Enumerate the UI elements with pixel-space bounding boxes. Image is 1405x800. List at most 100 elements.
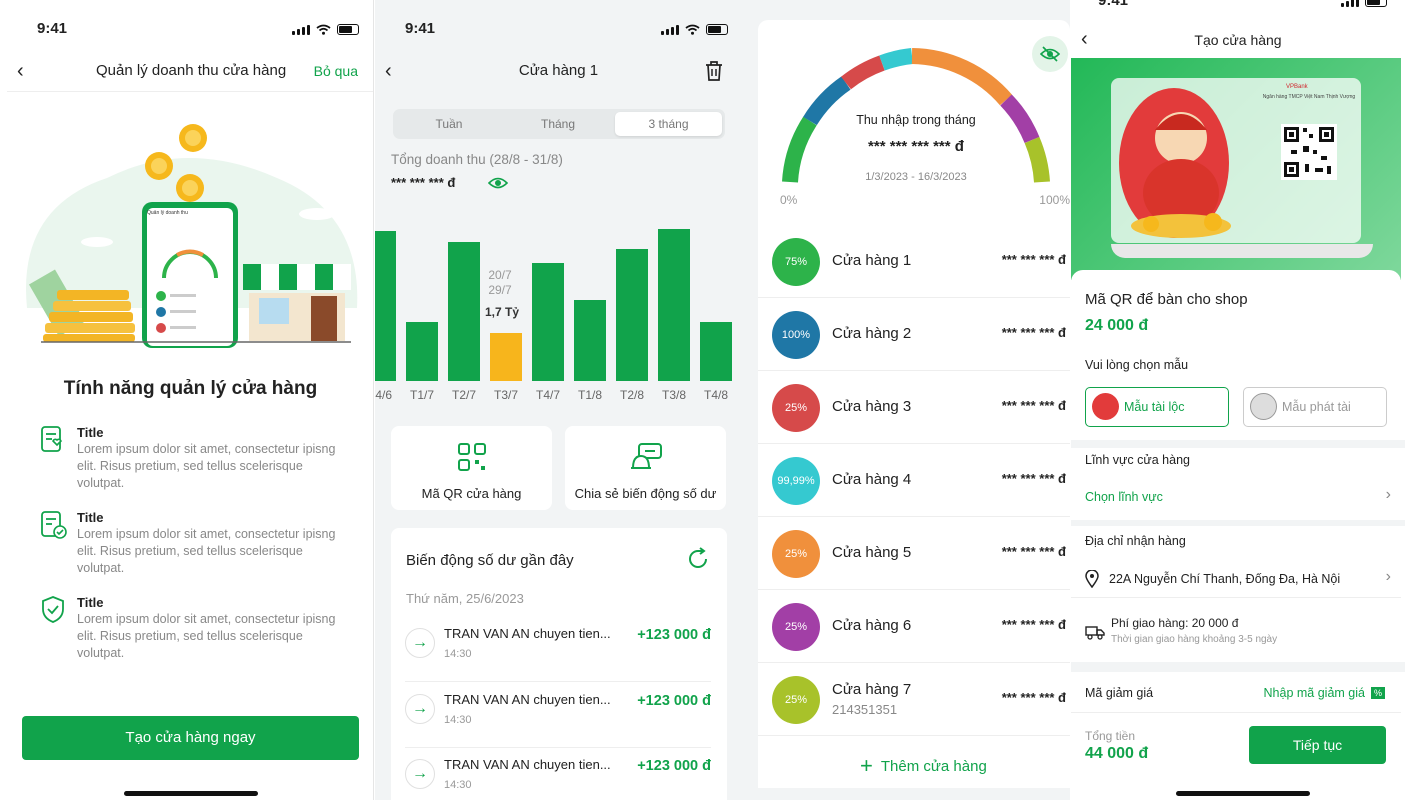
store-row[interactable]: 100% Cửa hàng 2 *** *** *** đ xyxy=(758,299,1070,371)
eye-icon[interactable] xyxy=(488,176,508,190)
chart-tooltip: 20/7 29/7 xyxy=(487,268,513,298)
feature-item: Title Lorem ipsum dolor sit amet, consec… xyxy=(40,425,340,497)
address-value: 22A Nguyễn Chí Thanh, Đống Đa, Hà Nội xyxy=(1109,572,1341,586)
transaction-name: TRAN VAN AN chuyen tien... xyxy=(444,692,611,707)
chart-bar[interactable] xyxy=(574,300,606,381)
business-field-select[interactable]: Chọn lĩnh vực › xyxy=(1071,478,1401,518)
arrow-right-icon: → xyxy=(405,694,435,724)
transaction-row[interactable]: → TRAN VAN AN chuyen tien... 14:30 +123 … xyxy=(405,622,711,682)
status-time: 9:41 xyxy=(405,20,436,37)
qr-store-card[interactable]: Mã QR cửa hàng xyxy=(391,426,552,510)
feature-title: Title xyxy=(77,510,104,525)
store-name: Cửa hàng 4 xyxy=(832,471,912,488)
chart-bar[interactable] xyxy=(616,249,648,381)
continue-button[interactable]: Tiếp tục xyxy=(1249,726,1386,764)
chart-x-label: T4/6 xyxy=(375,388,392,402)
add-store-label: Thêm cửa hàng xyxy=(880,757,987,775)
chart-bar[interactable] xyxy=(532,263,564,381)
revenue-chart: T4/6 T1/7 T2/7 T3/7 T4/7 T1/8 T2/8 T3/8 T4/8 xyxy=(375,196,742,406)
feature-desc: Lorem ipsum dolor sit amet, consectetur … xyxy=(77,442,336,490)
mini-title: Quản lý doanh thu xyxy=(147,210,188,216)
refresh-icon[interactable] xyxy=(685,546,711,572)
status-icons xyxy=(661,24,728,35)
store-sub: 214351351 xyxy=(832,702,898,717)
transaction-time: 14:30 xyxy=(444,779,472,791)
chart-bar[interactable] xyxy=(406,322,438,381)
tooltip-value: 1,7 Tỷ xyxy=(485,305,520,319)
chart-x-label: T2/7 xyxy=(451,388,476,402)
store-value: *** *** *** đ xyxy=(1001,398,1066,413)
feature-item: Title Lorem ipsum dolor sit amet, consec… xyxy=(40,595,340,667)
transaction-row[interactable]: → TRAN VAN AN chuyen tien... 14:30 +123 … xyxy=(405,753,711,800)
gauge-range: 1/3/2023 - 16/3/2023 xyxy=(865,171,967,183)
transaction-amount: +123 000 đ xyxy=(637,627,711,643)
gauge-title: Thu nhập trong tháng xyxy=(856,113,976,127)
chevron-right-icon: › xyxy=(1385,486,1391,503)
percent-badge: 25% xyxy=(772,530,820,578)
bank-logo: VPBank xyxy=(1286,84,1308,90)
shipping-fee: Phí giao hàng: 20 000 đ xyxy=(1111,616,1239,630)
chart-x-label: T4/8 xyxy=(703,388,728,402)
trash-icon[interactable] xyxy=(704,60,724,82)
status-icons xyxy=(1341,0,1387,7)
hide-eye-button[interactable] xyxy=(1032,36,1068,72)
create-store-button[interactable]: Tạo cửa hàng ngay xyxy=(22,716,359,760)
tooltip-line2: 29/7 xyxy=(488,283,512,297)
transaction-row[interactable]: → TRAN VAN AN chuyen tien... 14:30 +123 … xyxy=(405,688,711,748)
chart-bar[interactable] xyxy=(490,333,522,381)
add-store-button[interactable]: + Thêm cửa hàng xyxy=(860,753,987,779)
tab-month[interactable]: Tháng xyxy=(505,112,611,136)
store-row[interactable]: 25% Cửa hàng 5 *** *** *** đ xyxy=(758,518,1070,590)
store-value: *** *** *** đ xyxy=(1001,544,1066,559)
total-value: 44 000 đ xyxy=(1085,745,1149,762)
chart-bar[interactable] xyxy=(448,242,480,381)
feature-item: Title Lorem ipsum dolor sit amet, consec… xyxy=(40,510,340,582)
chevron-right-icon: › xyxy=(1385,568,1391,585)
transaction-name: TRAN VAN AN chuyen tien... xyxy=(444,626,611,641)
template-option-phat-tai[interactable]: Mẫu phát tài xyxy=(1243,387,1387,427)
chart-bar[interactable] xyxy=(375,231,396,381)
document-check-icon xyxy=(41,511,67,539)
percent-tag-icon: % xyxy=(1370,687,1385,699)
store-name: Cửa hàng 1 xyxy=(832,252,912,269)
discount-label: Mã giảm giá xyxy=(1085,686,1154,700)
address-row[interactable]: 22A Nguyễn Chí Thanh, Đống Đa, Hà Nội › xyxy=(1071,560,1401,598)
document-heart-icon xyxy=(41,426,62,452)
feature-title: Title xyxy=(77,425,104,440)
recent-date: Thứ năm, 25/6/2023 xyxy=(406,591,524,606)
share-balance-card[interactable]: Chia sẻ biến động số dư xyxy=(565,426,726,510)
store-row[interactable]: 25% Cửa hàng 7 214351351 *** *** *** đ xyxy=(758,664,1070,736)
qr-icon xyxy=(458,443,486,471)
percent-badge: 75% xyxy=(772,238,820,286)
template-option-tai-loc[interactable]: Mẫu tài lộc xyxy=(1085,387,1229,427)
wifi-icon xyxy=(685,24,700,35)
tab-week[interactable]: Tuần xyxy=(396,112,502,136)
percent-badge: 25% xyxy=(772,384,820,432)
home-indicator xyxy=(1176,791,1310,796)
store-row[interactable]: 25% Cửa hàng 3 *** *** *** đ xyxy=(758,372,1070,444)
chart-x-label: T3/8 xyxy=(661,388,686,402)
percent-badge: 99,99% xyxy=(772,457,820,505)
discount-input-link[interactable]: Nhập mã giảm giá % xyxy=(1264,686,1385,700)
chart-x-label: T2/8 xyxy=(619,388,644,402)
battery-icon xyxy=(337,24,359,35)
delivery-truck-icon xyxy=(1085,626,1105,640)
create-store-screen: 9:41 ‹ Tạo cửa hàng VPBank Ngân hàng TMC… xyxy=(1071,0,1405,800)
store-row[interactable]: 25% Cửa hàng 6 *** *** *** đ xyxy=(758,591,1070,663)
tab-3-months[interactable]: 3 tháng xyxy=(615,112,722,136)
percent-badge: 25% xyxy=(772,676,820,724)
skip-link[interactable]: Bỏ qua xyxy=(314,63,358,79)
store-row[interactable]: 99,99% Cửa hàng 4 *** *** *** đ xyxy=(758,445,1070,517)
gauge-value: *** *** *** *** đ xyxy=(868,138,964,155)
chart-x-label: T1/8 xyxy=(577,388,602,402)
back-icon[interactable]: ‹ xyxy=(17,60,24,83)
store-value: *** *** *** đ xyxy=(1001,471,1066,486)
battery-icon xyxy=(706,24,728,35)
plus-icon: + xyxy=(860,753,873,778)
tooltip-line1: 20/7 xyxy=(488,268,512,282)
chart-bar[interactable] xyxy=(700,322,732,381)
mascot-image xyxy=(1131,112,1231,238)
chart-bar[interactable] xyxy=(658,229,690,381)
total-label: Tổng tiền xyxy=(1085,729,1136,743)
store-row[interactable]: 75% Cửa hàng 1 *** *** *** đ xyxy=(758,226,1070,298)
